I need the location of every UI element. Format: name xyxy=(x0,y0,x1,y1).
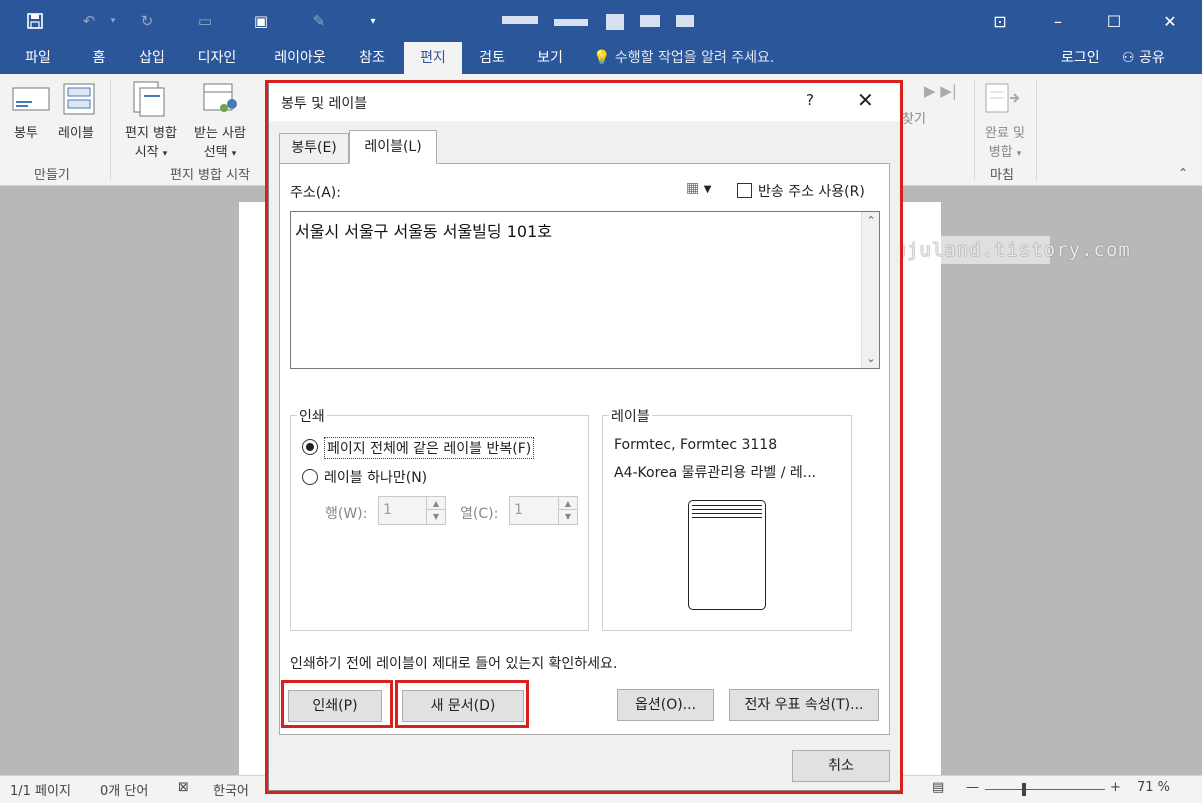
group-finish-label: 마침 xyxy=(990,168,1014,183)
select-recipients-line2: 선택 ▾ xyxy=(188,141,252,160)
labels-icon[interactable] xyxy=(62,82,100,120)
select-recipients-line1: 받는 사람 xyxy=(194,126,246,141)
zoom-slider[interactable] xyxy=(985,783,1105,796)
maximize-icon[interactable]: ☐ xyxy=(1086,0,1142,42)
undo-dropdown-icon[interactable]: ▾ xyxy=(100,8,126,34)
format-painter-icon[interactable]: ✎ xyxy=(306,8,332,34)
group-start-merge-label: 편지 병합 시작 xyxy=(170,168,251,183)
redo-icon[interactable]: ↻ xyxy=(134,8,160,34)
envelope-icon[interactable] xyxy=(12,84,50,116)
start-mail-merge-line2: 시작 ▾ xyxy=(118,141,184,160)
find-recipient-label[interactable]: 찾기 xyxy=(902,108,926,127)
tab-mailings[interactable]: 편지 xyxy=(404,42,462,74)
tab-home[interactable]: 홈 xyxy=(78,42,120,74)
chevron-down-icon: ▾ xyxy=(162,149,168,159)
save-icon[interactable] xyxy=(22,8,48,34)
share-label: 공유 xyxy=(1139,50,1165,66)
tab-references[interactable]: 참조 xyxy=(348,42,396,74)
finish-merge-line1: 완료 및 xyxy=(984,126,1025,141)
zoom-out-icon[interactable]: — xyxy=(966,780,979,795)
select-recipients-icon[interactable] xyxy=(202,82,242,122)
chevron-down-icon: ▾ xyxy=(231,149,237,159)
tab-review[interactable]: 검토 xyxy=(468,42,516,74)
highlight-print-button xyxy=(281,680,393,728)
ribbon-separator xyxy=(974,80,975,180)
lightbulb-icon: 💡 xyxy=(593,50,611,66)
group-create-label: 만들기 xyxy=(34,168,70,183)
close-icon[interactable]: ✕ xyxy=(1142,0,1198,42)
select-recipients-label[interactable]: 받는 사람 선택 ▾ xyxy=(188,122,252,160)
print-preview-icon[interactable]: ▭ xyxy=(192,8,218,34)
document-title-placeholder xyxy=(502,16,538,24)
ribbon-tabs: 파일 홈 삽입 디자인 레이아웃 참조 편지 검토 보기 💡 수행할 작업을 알… xyxy=(0,42,1202,74)
tab-insert[interactable]: 삽입 xyxy=(128,42,176,74)
finish-merge-text: 병합 xyxy=(988,145,1013,160)
ribbon-display-options-icon[interactable]: ⊡ xyxy=(972,0,1028,42)
web-layout-icon[interactable]: ▤ xyxy=(932,780,944,795)
tab-view[interactable]: 보기 xyxy=(526,42,574,74)
chevron-down-icon: ▾ xyxy=(1016,149,1022,159)
document-title-placeholder xyxy=(606,14,624,30)
title-bar: ↶ ▾ ↻ ▭ ▣ ✎ ▾ ⊡ – ☐ ✕ xyxy=(0,0,1202,42)
minimize-icon[interactable]: – xyxy=(1030,0,1086,42)
collapse-ribbon-icon[interactable]: ⌃ xyxy=(1178,166,1188,180)
page-count[interactable]: 1/1 페이지 xyxy=(10,780,71,799)
start-mail-merge-text: 시작 xyxy=(134,145,159,160)
word-count[interactable]: 0개 단어 xyxy=(100,780,148,799)
document-title-placeholder xyxy=(676,15,694,27)
preview-nav-icons[interactable]: ▶ ▶| xyxy=(924,82,957,100)
screenshot-icon[interactable]: ▣ xyxy=(248,8,274,34)
envelope-button-label[interactable]: 봉투 xyxy=(14,122,38,141)
zoom-slider-thumb[interactable] xyxy=(1022,783,1026,796)
start-mail-merge-icon[interactable] xyxy=(132,80,168,122)
tell-me-box[interactable]: 💡 수행할 작업을 알려 주세요. xyxy=(593,42,774,74)
proofing-icon[interactable]: ⊠ xyxy=(178,780,189,795)
tell-me-text: 수행할 작업을 알려 주세요. xyxy=(614,50,775,66)
start-mail-merge-label[interactable]: 편지 병합 시작 ▾ xyxy=(118,122,184,160)
zoom-in-icon[interactable]: + xyxy=(1110,780,1121,795)
ribbon-separator xyxy=(110,80,111,180)
highlight-new-document-button xyxy=(395,680,529,728)
share-button[interactable]: ⚇ 공유 xyxy=(1122,42,1165,74)
tab-design[interactable]: 디자인 xyxy=(186,42,248,74)
document-title-placeholder xyxy=(640,15,660,27)
ribbon-separator xyxy=(1036,80,1037,180)
sign-in-link[interactable]: 로그인 xyxy=(1061,42,1100,74)
labels-button-label[interactable]: 레이블 xyxy=(58,122,94,141)
tab-labels[interactable]: 레이블(L) xyxy=(349,130,437,164)
select-recipients-text: 선택 xyxy=(203,145,228,160)
undo-icon[interactable]: ↶ xyxy=(76,8,102,34)
finish-merge-icon[interactable] xyxy=(984,82,1024,120)
finish-merge-line2: 병합 ▾ xyxy=(976,141,1034,160)
document-title-placeholder xyxy=(554,19,588,26)
tab-file[interactable]: 파일 xyxy=(10,42,66,74)
customize-qat-icon[interactable]: ▾ xyxy=(360,8,386,34)
tab-layout[interactable]: 레이아웃 xyxy=(262,42,338,74)
person-icon: ⚇ xyxy=(1122,50,1135,66)
finish-merge-label[interactable]: 완료 및 병합 ▾ xyxy=(976,122,1034,160)
start-mail-merge-line1: 편지 병합 xyxy=(125,126,177,141)
zoom-level[interactable]: 71 % xyxy=(1137,780,1170,795)
language[interactable]: 한국어 xyxy=(213,780,249,799)
